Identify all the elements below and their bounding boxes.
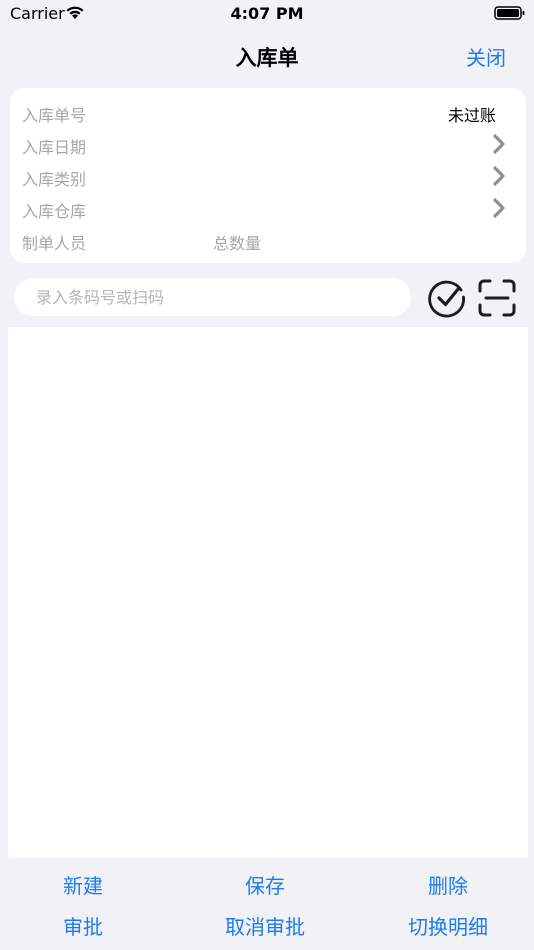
warehouse-row[interactable]: 入库仓库 <box>22 192 514 224</box>
date-label: 入库日期 <box>22 138 87 157</box>
creator-label: 制单人员 <box>22 234 87 253</box>
screen: Carrier 4:07 PM 入库单 关闭 入库单号 未过账 入库日期 入库类… <box>0 0 534 950</box>
save-button[interactable]: 保存 <box>176 870 354 899</box>
warehouse-label: 入库仓库 <box>22 202 87 221</box>
cancel-approve-button[interactable]: 取消审批 <box>176 911 354 940</box>
confirm-check-icon[interactable] <box>427 278 467 318</box>
toggle-detail-button[interactable]: 切换明细 <box>359 911 534 940</box>
barcode-input[interactable] <box>14 278 411 316</box>
detail-list[interactable] <box>8 327 528 858</box>
order-status-value: 未过账 <box>447 106 496 125</box>
order-no-row: 入库单号 未过账 <box>22 96 514 128</box>
delete-button[interactable]: 删除 <box>359 870 534 899</box>
bottom-toolbar: 新建 保存 删除 审批 取消审批 切换明细 <box>0 858 534 950</box>
approve-button[interactable]: 审批 <box>0 911 172 940</box>
barcode-search-bar <box>0 270 534 326</box>
status-bar: Carrier 4:07 PM <box>0 0 534 28</box>
type-row[interactable]: 入库类别 <box>22 160 514 192</box>
status-time: 4:07 PM <box>230 4 304 23</box>
scan-icon[interactable] <box>477 278 517 318</box>
chevron-right-icon <box>493 166 505 186</box>
creator-row: 制单人员 总数量 <box>22 224 514 256</box>
order-no-label: 入库单号 <box>22 106 87 125</box>
battery-icon <box>494 6 525 20</box>
type-label: 入库类别 <box>22 170 87 189</box>
close-button[interactable]: 关闭 <box>466 42 506 71</box>
new-button[interactable]: 新建 <box>0 870 172 899</box>
total-quantity-label: 总数量 <box>213 234 262 253</box>
chevron-right-icon <box>493 134 505 154</box>
nav-bar: 入库单 关闭 <box>0 28 534 84</box>
page-title: 入库单 <box>235 46 299 70</box>
date-row[interactable]: 入库日期 <box>22 128 514 160</box>
chevron-right-icon <box>493 198 505 218</box>
order-info-card: 入库单号 未过账 入库日期 入库类别 入库仓库 制单人员 总数量 <box>10 88 526 263</box>
